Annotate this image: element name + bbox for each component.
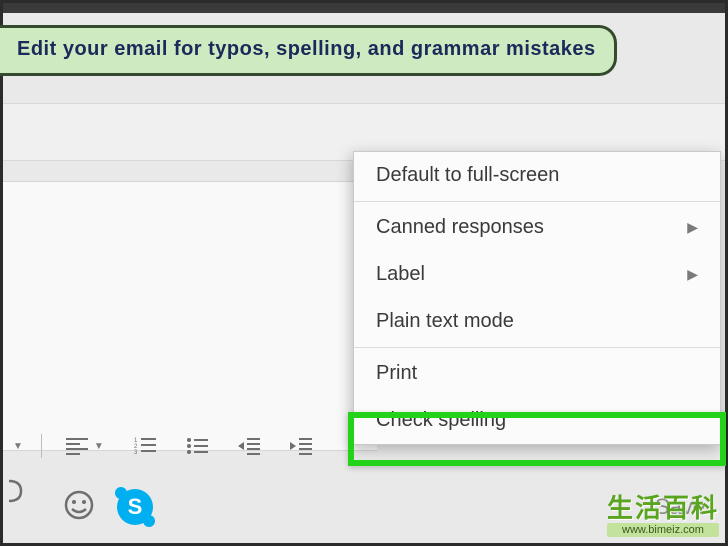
menu-item-label-submenu[interactable]: Label ▶ <box>354 251 720 298</box>
menu-item-label: Default to full-screen <box>376 164 559 187</box>
outdent-button[interactable] <box>232 433 266 459</box>
menu-item-label: Plain text mode <box>376 310 514 333</box>
align-button[interactable]: ▼ <box>60 433 110 459</box>
overflow-caret-icon[interactable]: ▼ <box>13 441 23 452</box>
screenshot-stage: Edit your email for typos, spelling, and… <box>0 0 728 546</box>
more-options-menu: Default to full-screen Canned responses … <box>353 151 721 445</box>
emoji-button[interactable] <box>63 489 95 526</box>
indent-icon <box>290 437 312 455</box>
indent-button[interactable] <box>284 433 318 459</box>
watermark-cn: 生活百科 <box>607 494 719 523</box>
menu-item-label: Canned responses <box>376 216 544 239</box>
window-chrome-strip <box>3 3 725 13</box>
skype-button[interactable]: S <box>117 489 153 525</box>
menu-item-label: Label <box>376 263 425 286</box>
bulleted-list-button[interactable] <box>180 433 214 459</box>
numbered-list-icon: 1 2 3 <box>134 437 156 455</box>
menu-item-label: Check spelling <box>376 409 506 432</box>
menu-item-plain-text[interactable]: Plain text mode <box>354 298 720 345</box>
submenu-arrow-icon: ▶ <box>687 266 698 283</box>
menu-divider <box>354 347 720 348</box>
menu-item-check-spelling[interactable]: Check spelling <box>354 397 720 444</box>
numbered-list-button[interactable]: 1 2 3 <box>128 433 162 459</box>
menu-item-canned-responses[interactable]: Canned responses ▶ <box>354 204 720 251</box>
skype-letter: S <box>128 494 143 520</box>
emoji-icon <box>63 489 95 521</box>
menu-item-print[interactable]: Print <box>354 350 720 397</box>
instruction-text: Edit your email for typos, spelling, and… <box>17 38 596 60</box>
instruction-callout: Edit your email for typos, spelling, and… <box>0 25 617 76</box>
bulleted-list-icon <box>186 437 208 455</box>
align-icon <box>66 437 88 455</box>
watermark-url: www.bimeiz.com <box>607 523 719 537</box>
body-band <box>3 181 377 451</box>
caret-icon: ▼ <box>94 441 104 452</box>
menu-item-label: Print <box>376 362 417 385</box>
toolbar-divider <box>41 434 42 458</box>
source-watermark: 生活百科 www.bimeiz.com <box>607 494 719 537</box>
menu-divider <box>354 201 720 202</box>
submenu-arrow-icon: ▶ <box>687 219 698 236</box>
svg-text:3: 3 <box>134 450 138 455</box>
outdent-icon <box>238 437 260 455</box>
menu-item-fullscreen[interactable]: Default to full-screen <box>354 152 720 199</box>
